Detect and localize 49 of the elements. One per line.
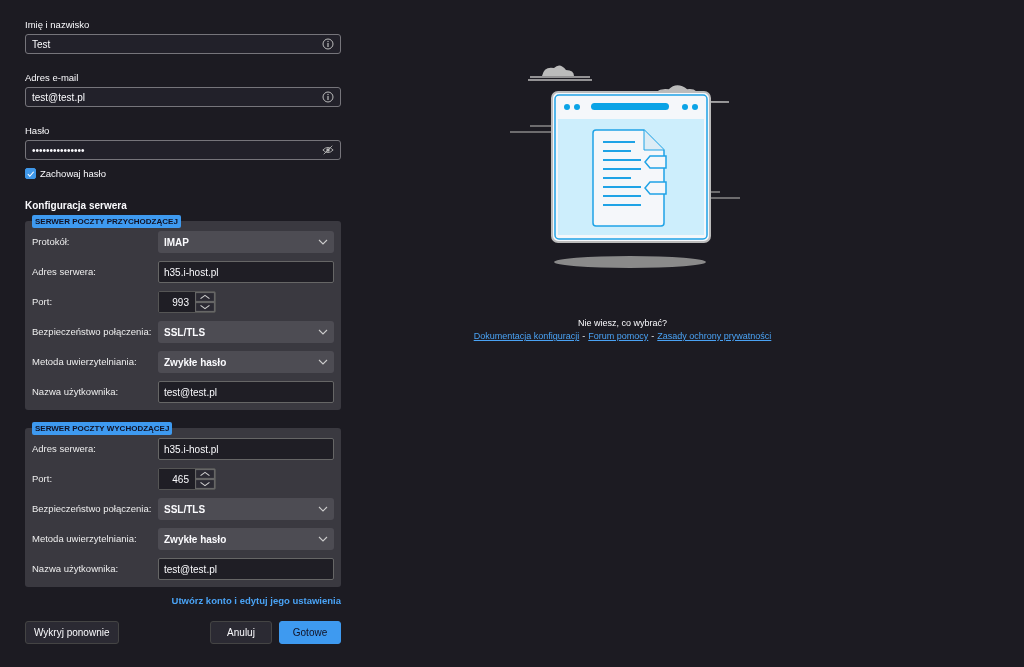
row-label: Adres serwera: bbox=[32, 267, 97, 277]
help-link[interactable]: Forum pomocy bbox=[588, 331, 649, 341]
input-field[interactable]: test@test.pl bbox=[25, 87, 341, 107]
input-field[interactable]: h35.i-host.pl bbox=[158, 261, 334, 283]
row-label: Bezpieczeństwo połączenia: bbox=[32, 504, 153, 514]
help-link[interactable]: Zasady ochrony prywatności bbox=[657, 331, 772, 341]
retest-button[interactable]: Wykryj ponownie bbox=[25, 621, 119, 644]
dropdown[interactable]: IMAP bbox=[158, 231, 334, 253]
chevron-down-icon bbox=[318, 506, 328, 512]
checkbox[interactable] bbox=[25, 168, 36, 179]
input-field[interactable]: h35.i-host.pl bbox=[158, 438, 334, 460]
dropdown[interactable]: SSL/TLS bbox=[158, 498, 334, 520]
input-field[interactable]: test@test.pl bbox=[158, 381, 334, 403]
row-label: Bezpieczeństwo połączenia: bbox=[32, 327, 153, 337]
field-label: Imię i nazwisko bbox=[25, 19, 91, 30]
row-label: Metoda uwierzytelniania: bbox=[32, 357, 138, 367]
checkbox-label: Zachowaj hasło bbox=[40, 168, 106, 179]
help-link[interactable]: Dokumentacja konfiguracji bbox=[473, 331, 580, 341]
dropdown[interactable]: SSL/TLS bbox=[158, 321, 334, 343]
chevron-down-icon bbox=[318, 239, 328, 245]
advanced-config-link[interactable]: Utwórz konto i edytuj jego ustawienia bbox=[171, 595, 341, 606]
row-label: Nazwa użytkownika: bbox=[32, 564, 120, 574]
dropdown[interactable]: Zwykłe hasło bbox=[158, 528, 334, 550]
row-label: Protokół: bbox=[32, 237, 71, 247]
panel-legend: SERWER POCZTY WYCHODZĄCEJ bbox=[32, 422, 173, 435]
hidden-eye-icon[interactable] bbox=[322, 144, 334, 156]
row-label: Nazwa użytkownika: bbox=[32, 387, 120, 397]
field-label: Adres e-mail bbox=[25, 72, 80, 83]
section-title: Konfiguracja serwera bbox=[25, 200, 128, 211]
row-label: Adres serwera: bbox=[32, 444, 97, 454]
help-question: Nie wiesz, co wybrać? bbox=[578, 318, 667, 328]
input-field[interactable]: Test bbox=[25, 34, 341, 54]
row-label: Port: bbox=[32, 474, 54, 484]
link-separator: - bbox=[582, 331, 586, 341]
link-separator: - bbox=[651, 331, 655, 341]
done-button[interactable]: Gotowe bbox=[279, 621, 341, 644]
panel-legend: SERWER POCZTY PRZYCHODZĄCEJ bbox=[32, 215, 181, 228]
input-field[interactable]: test@test.pl bbox=[158, 558, 334, 580]
cancel-button[interactable]: Anuluj bbox=[210, 621, 272, 644]
row-label: Port: bbox=[32, 297, 54, 307]
field-label: Hasło bbox=[25, 125, 51, 136]
row-label: Metoda uwierzytelniania: bbox=[32, 534, 138, 544]
chevron-down-icon bbox=[318, 329, 328, 335]
chevron-down-icon bbox=[318, 536, 328, 542]
chevron-down-icon bbox=[318, 359, 328, 365]
input-field[interactable]: ••••••••••••••• bbox=[25, 140, 341, 160]
info-icon bbox=[322, 91, 334, 103]
info-icon bbox=[322, 38, 334, 50]
dropdown[interactable]: Zwykłe hasło bbox=[158, 351, 334, 373]
